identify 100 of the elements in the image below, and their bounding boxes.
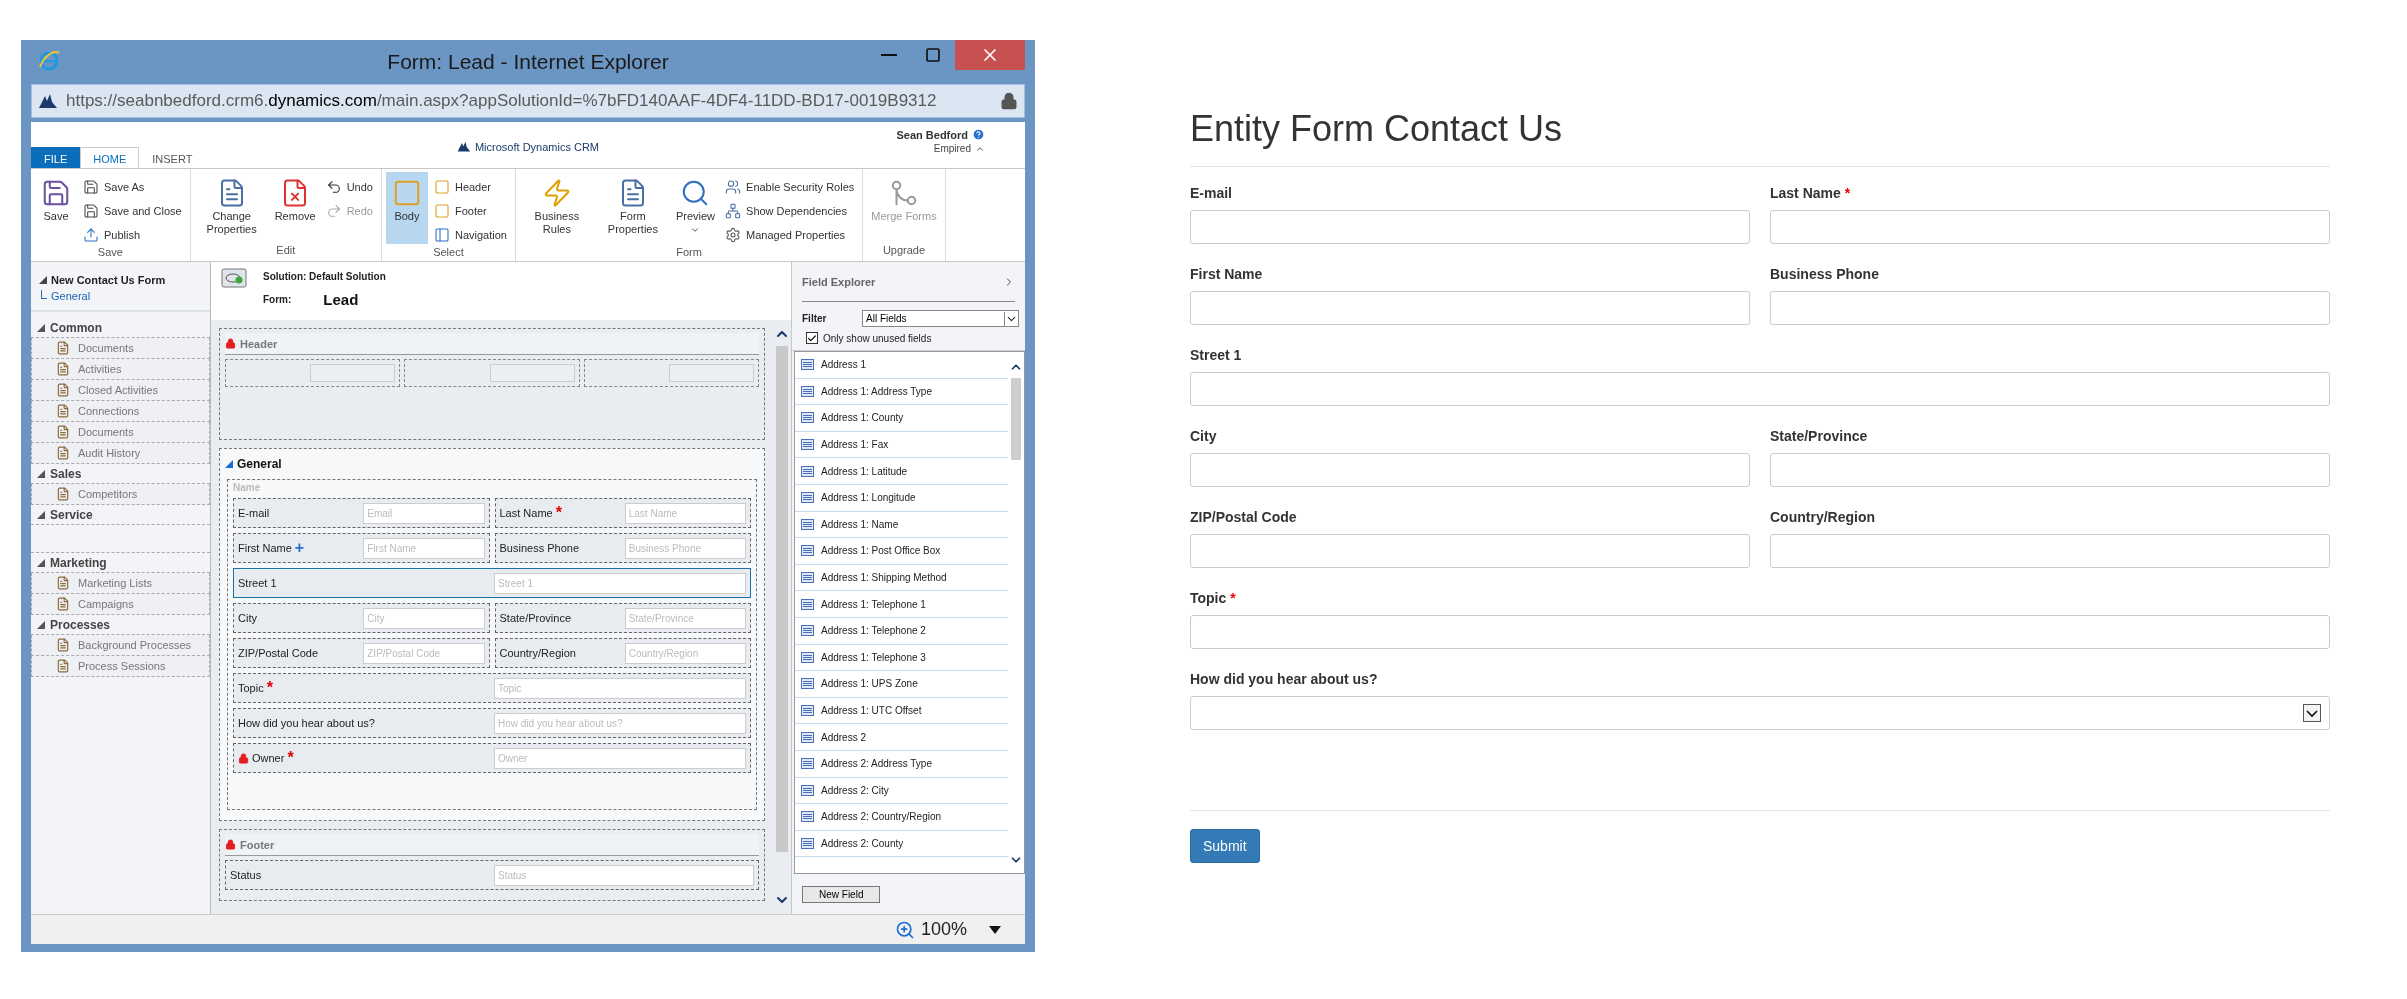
input-field[interactable]: City	[363, 607, 485, 629]
form-field-cell[interactable]: Owner * Owner	[233, 743, 751, 773]
nav-item[interactable]: Closed Activities	[31, 380, 210, 401]
input-field[interactable]: Email	[363, 502, 485, 524]
nav-item[interactable]: Marketing Lists	[31, 573, 210, 594]
dropdown-field[interactable]	[1190, 696, 2330, 730]
input-field[interactable]	[1770, 453, 2330, 487]
ribbon-tab[interactable]: FILE	[31, 147, 81, 169]
input-field[interactable]: State/Province	[624, 607, 746, 629]
field-label-text: ZIP/Postal Code	[238, 647, 319, 659]
input-field[interactable]	[1190, 291, 1750, 325]
nav-item[interactable]: Documents	[31, 338, 210, 359]
input-field[interactable]: Owner	[494, 747, 746, 769]
input-field[interactable]	[1190, 453, 1750, 487]
nav-item[interactable]: Campaigns	[31, 594, 210, 615]
input-field[interactable]: Street 1	[494, 572, 746, 594]
ribbon-button[interactable]: Remove	[270, 172, 320, 244]
input-field[interactable]	[1190, 615, 2330, 649]
address-bar[interactable]: https://seabnbedford.crm6.dynamics.com/main.aspx?appSolutionId=%7bFD140AAF-4DF4-11DD-BD17-0019B9312	[31, 84, 1025, 118]
form-field-cell[interactable]: State/Province State/Province	[494, 603, 751, 633]
nav-link[interactable]: General	[51, 290, 91, 302]
input-field[interactable]	[1770, 291, 2330, 325]
nav-item[interactable]: Documents	[31, 422, 210, 443]
nav-item[interactable]: Connections	[31, 401, 210, 422]
nav-item[interactable]: Process Sessions	[31, 656, 210, 677]
redo-icon	[325, 202, 342, 219]
input-field[interactable]: Last Name	[624, 502, 746, 524]
ribbon-button[interactable]: Navigation	[429, 223, 511, 246]
requirement-mark: *	[287, 751, 294, 765]
input-field[interactable]: First Name	[363, 537, 485, 559]
form-field-cell[interactable]: Business Phone Business Phone	[494, 533, 751, 563]
nav-item[interactable]: Activities	[31, 359, 210, 380]
checkbox[interactable]	[806, 332, 818, 344]
form-field-cell[interactable]: ZIP/Postal Code ZIP/Postal Code	[233, 638, 490, 668]
input-field[interactable]: Status	[494, 864, 754, 886]
ribbon-button[interactable]: Save As	[79, 175, 186, 198]
ribbon-button[interactable]: Business Rules	[519, 172, 594, 244]
form-field-cell[interactable]: E-mail Email	[233, 498, 490, 528]
field-label: How did you hear about us?	[1190, 671, 1379, 687]
help-icon[interactable]	[972, 128, 985, 141]
nav-item[interactable]: Background Processes	[31, 635, 210, 656]
input-field[interactable]	[1190, 210, 1750, 244]
ribbon-button[interactable]: Enable Security Roles	[721, 175, 859, 198]
ribbon-button[interactable]: Footer	[429, 199, 511, 222]
scroll-thumb[interactable]	[1011, 378, 1021, 460]
input-field[interactable]	[1190, 372, 2330, 406]
new-field-button[interactable]: New Field	[802, 885, 881, 903]
header-section[interactable]: Header	[219, 328, 765, 440]
form-field-cell[interactable]: First Name + First Name	[233, 533, 490, 563]
ribbon-tab[interactable]: HOME	[80, 147, 140, 169]
input-field[interactable]: How did you hear about us?	[494, 712, 746, 734]
footer-section[interactable]: Footer Status Status	[219, 829, 765, 901]
form-name: Lead	[323, 291, 359, 308]
close-button[interactable]	[955, 40, 1025, 70]
input-field[interactable]: Country/Region	[624, 642, 746, 664]
ribbon-button[interactable]: Save and Close	[79, 199, 186, 222]
form-field-cell[interactable]: Status Status	[225, 860, 759, 890]
input-field[interactable]: ZIP/Postal Code	[363, 642, 485, 664]
form-field-cell[interactable]: Topic * Topic	[233, 673, 751, 703]
field-label: ZIP/Postal Code	[1190, 509, 1298, 525]
caret-icon[interactable]	[989, 925, 1001, 934]
scroll-thumb[interactable]	[776, 346, 788, 852]
input-field[interactable]: Business Phone	[624, 537, 746, 559]
ribbon-button[interactable]: Preview	[671, 172, 720, 244]
field-slot[interactable]	[583, 359, 759, 387]
form-field-cell[interactable]: Country/Region Country/Region	[494, 638, 751, 668]
ribbon-button[interactable]: Header	[429, 175, 511, 198]
field-icon	[801, 758, 814, 770]
form-field-cell[interactable]: How did you hear about us? How did you hear about us?	[233, 708, 751, 738]
form-field-cell[interactable]: Last Name * Last Name	[494, 498, 751, 528]
ribbon-button[interactable]: Change Properties	[194, 172, 269, 244]
settings-icon	[725, 226, 742, 243]
field-slot[interactable]	[404, 359, 580, 387]
zoom-icon[interactable]	[894, 919, 915, 940]
input-field[interactable]	[1190, 534, 1750, 568]
nav-item[interactable]: Competitors	[31, 484, 210, 505]
input-field[interactable]	[1770, 210, 2330, 244]
group-label: Edit	[275, 244, 297, 258]
nav-group-header[interactable]: Service	[31, 505, 210, 525]
ribbon-button[interactable]: Body	[385, 172, 428, 244]
nav-item[interactable]: Audit History	[31, 443, 210, 464]
ribbon-button[interactable]: Form Properties	[595, 172, 670, 244]
field-slot[interactable]	[225, 359, 401, 387]
filter-dropdown[interactable]: All Fields	[862, 310, 1019, 327]
document-icon	[56, 362, 70, 376]
field-label-text: How did you hear about us?	[238, 717, 375, 729]
submit-button[interactable]: Submit	[1190, 829, 1260, 863]
input-field[interactable]: Topic	[494, 677, 746, 699]
form-field-cell[interactable]: Street 1 Street 1	[233, 568, 751, 598]
ribbon-button[interactable]: Undo	[321, 175, 377, 198]
ribbon-button[interactable]: Save	[35, 172, 77, 244]
field-icon	[801, 359, 814, 371]
input-field[interactable]	[1770, 534, 2330, 568]
document-icon	[56, 638, 70, 652]
ribbon-button[interactable]: Show Dependencies	[721, 199, 859, 222]
ribbon-button[interactable]: Managed Properties	[721, 223, 859, 246]
ribbon-button[interactable]: Publish	[79, 223, 186, 246]
form-field-cell[interactable]: City City	[233, 603, 490, 633]
hierarchy-icon	[725, 202, 742, 219]
field-label: Last Name *	[1770, 185, 1852, 201]
